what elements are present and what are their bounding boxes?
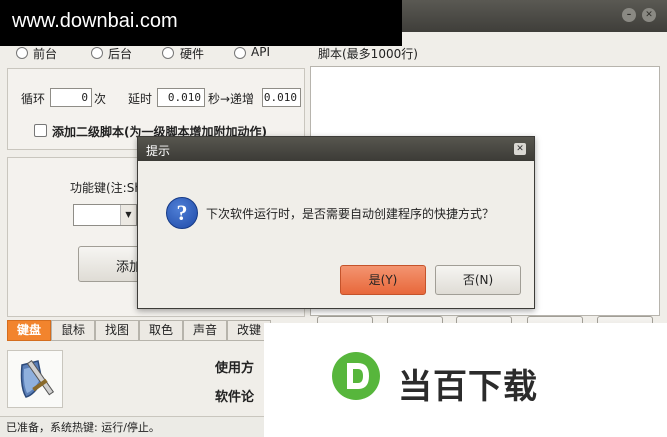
dialog-close-button[interactable]: ✕: [514, 143, 526, 155]
radio-hardware[interactable]: [162, 47, 174, 59]
radio-background-label: 后台: [108, 47, 133, 61]
tab-find-image[interactable]: 找图: [95, 320, 139, 341]
tab-pick-color[interactable]: 取色: [139, 320, 183, 341]
loop-label: 循环: [21, 92, 46, 106]
mode-radio-group: 前台 后台 硬件 API: [0, 44, 305, 64]
logo-text: 当百下载: [398, 367, 538, 407]
dialog-title: 提示 ✕: [138, 137, 534, 161]
radio-foreground[interactable]: [16, 47, 28, 59]
close-button[interactable]: ✕: [642, 8, 656, 22]
radio-background[interactable]: [91, 47, 103, 59]
radio-api[interactable]: [234, 47, 246, 59]
tab-keyboard[interactable]: 键盘: [7, 320, 51, 341]
question-icon: ?: [166, 197, 198, 229]
delay-unit: 秒→递增: [208, 92, 255, 106]
logo-d-icon: [332, 352, 380, 400]
no-button[interactable]: 否(N): [435, 265, 521, 295]
radio-api-label: API: [251, 45, 270, 59]
script-label: 脚本(最多1000行): [318, 47, 418, 61]
dialog-title-text: 提示: [146, 144, 171, 158]
prompt-dialog: 提示 ✕ ? 下次软件运行时，是否需要自动创建程序的快捷方式？ 是(Y) 否(N…: [137, 136, 535, 309]
forum-link[interactable]: 软件论: [215, 386, 254, 405]
minimize-button[interactable]: –: [622, 8, 636, 22]
dialog-message: 下次软件运行时，是否需要自动创建程序的快捷方式？: [206, 207, 495, 221]
watermark: www.downbai.com: [0, 0, 402, 46]
action-tabs: 键盘 鼠标 找图 取色 声音 改键: [7, 320, 305, 342]
usage-link[interactable]: 使用方: [215, 357, 254, 376]
secondary-script-checkbox[interactable]: [34, 124, 47, 137]
function-key-label: 功能键(注:Sh: [70, 181, 142, 195]
function-key-select[interactable]: ▼: [73, 204, 137, 226]
site-logo: 当百下载: [264, 323, 667, 437]
loop-count-input[interactable]: 0: [50, 88, 92, 107]
chevron-down-icon[interactable]: ▼: [120, 205, 136, 225]
loop-unit: 次: [94, 92, 107, 106]
increment-input[interactable]: 0.010: [262, 88, 301, 107]
yes-button[interactable]: 是(Y): [340, 265, 426, 295]
delay-input[interactable]: 0.010: [157, 88, 205, 107]
delay-label: 延时: [128, 92, 153, 106]
radio-foreground-label: 前台: [33, 47, 58, 61]
shield-sword-icon: [20, 360, 55, 398]
radio-hardware-label: 硬件: [180, 47, 205, 61]
tab-mouse[interactable]: 鼠标: [51, 320, 95, 341]
app-icon: [7, 350, 63, 408]
tab-sound[interactable]: 声音: [183, 320, 227, 341]
